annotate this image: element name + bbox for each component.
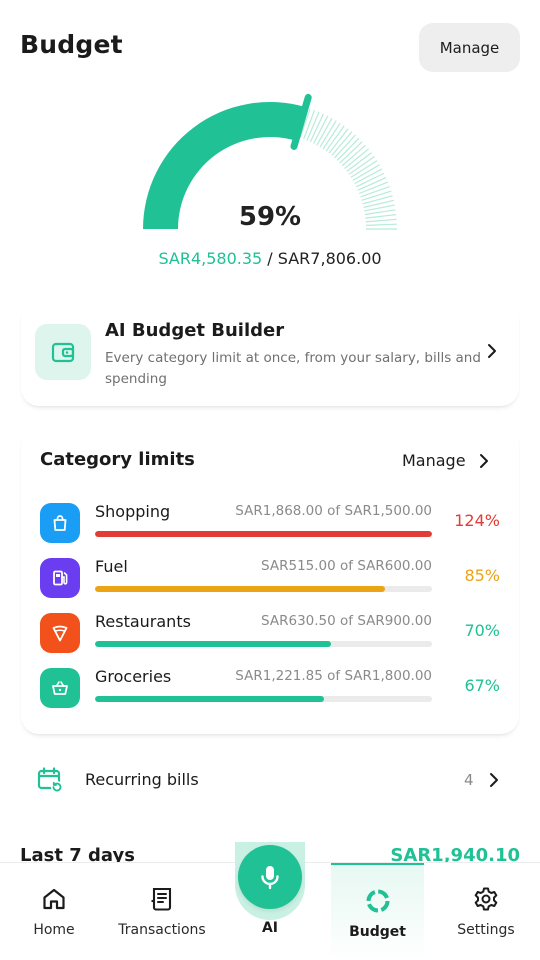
calendar-repeat-icon: [37, 767, 63, 793]
category-percent: 70%: [464, 621, 500, 640]
grocery-basket-icon: [40, 668, 80, 708]
recurring-bills-row[interactable]: Recurring bills 4: [20, 757, 520, 805]
gauge-remaining-tick: [339, 141, 363, 164]
spent-amount: SAR4,580.35: [158, 249, 263, 268]
budget-ring-icon: [364, 887, 392, 915]
tab-home[interactable]: Home: [14, 863, 94, 960]
category-percent: 124%: [454, 511, 500, 530]
gauge-remaining-tick: [328, 128, 349, 154]
category-name: Shopping: [95, 502, 171, 521]
category-percent: 85%: [464, 566, 500, 585]
gauge-remaining-tick: [344, 148, 369, 169]
category-percent: 67%: [464, 676, 500, 695]
budget-amounts: SAR4,580.35 / SAR7,806.00: [0, 249, 540, 268]
chevron-right-icon: [488, 344, 496, 358]
chevron-right-icon[interactable]: [476, 453, 492, 469]
tab-ai-label: AI: [261, 920, 279, 936]
category-name: Fuel: [95, 557, 128, 576]
category-row-fuel[interactable]: Fuel SAR515.00 of SAR600.00 85%: [21, 554, 519, 602]
budget-gauge: [143, 93, 397, 230]
tab-budget-label: Budget: [349, 924, 406, 940]
ai-budget-builder-card[interactable]: AI Budget Builder Every category limit a…: [21, 302, 519, 406]
gauge-remaining-tick: [336, 137, 360, 161]
category-row-shopping[interactable]: Shopping SAR1,868.00 of SAR1,500.00 124%: [21, 499, 519, 547]
category-amount: SAR1,221.85 of SAR1,800.00: [235, 668, 432, 684]
progress-fill: [95, 531, 432, 537]
restaurant-icon: [40, 613, 80, 653]
gauge-remaining-tick: [361, 190, 392, 201]
ai-builder-description: Every category limit at once, from your …: [105, 350, 481, 387]
progress-fill: [95, 696, 325, 702]
budget-percent: 59%: [238, 202, 302, 232]
page-title: Budget: [20, 30, 123, 59]
category-row-groceries[interactable]: Groceries SAR1,221.85 of SAR1,800.00 67%: [21, 664, 519, 712]
recurring-bills-count: 4: [464, 771, 474, 789]
progress-track: [95, 586, 432, 592]
tab-settings-label: Settings: [457, 922, 515, 938]
category-name: Restaurants: [95, 612, 191, 631]
tab-budget[interactable]: Budget: [331, 863, 424, 960]
total-amount: SAR7,806.00: [277, 249, 382, 268]
gauge-remaining-tick: [331, 131, 353, 156]
category-row-restaurants[interactable]: Restaurants SAR630.50 of SAR900.00 70%: [21, 609, 519, 657]
gauge-remaining-tick: [341, 144, 366, 167]
gauge-remaining-tick: [346, 152, 372, 172]
tab-transactions[interactable]: Transactions: [106, 863, 218, 960]
receipt-icon: [149, 885, 175, 913]
home-icon: [41, 885, 67, 913]
manage-button[interactable]: Manage: [419, 23, 520, 72]
progress-fill: [95, 586, 385, 592]
tab-home-label: Home: [33, 922, 75, 938]
gear-icon: [473, 885, 499, 913]
category-amount: SAR1,868.00 of SAR1,500.00: [235, 503, 432, 519]
fuel-pump-icon: [40, 558, 80, 598]
amount-separator: /: [262, 249, 278, 268]
header: Budget Manage: [0, 0, 540, 96]
progress-track: [95, 641, 432, 647]
progress-track: [95, 531, 432, 537]
category-name: Groceries: [95, 667, 172, 686]
microphone-icon: [261, 866, 279, 890]
wallet-icon: [35, 324, 91, 380]
category-limits-card: Category limits Manage Shopping SAR1,868…: [21, 426, 519, 734]
chevron-right-icon: [490, 773, 498, 787]
category-limits-title: Category limits: [40, 449, 195, 470]
category-manage-link[interactable]: Manage: [402, 451, 466, 470]
gauge-remaining-tick: [325, 125, 345, 152]
tab-ai-button[interactable]: [238, 845, 302, 909]
recurring-bills-label: Recurring bills: [85, 770, 199, 789]
ai-builder-title: AI Budget Builder: [105, 320, 285, 341]
gauge-remaining-tick: [334, 134, 356, 159]
shopping-bag-icon: [40, 503, 80, 543]
category-amount: SAR630.50 of SAR900.00: [261, 613, 432, 629]
tab-transactions-label: Transactions: [118, 922, 206, 938]
tab-settings[interactable]: Settings: [448, 863, 524, 960]
progress-fill: [95, 641, 331, 647]
progress-track: [95, 696, 432, 702]
category-amount: SAR515.00 of SAR600.00: [261, 558, 432, 574]
